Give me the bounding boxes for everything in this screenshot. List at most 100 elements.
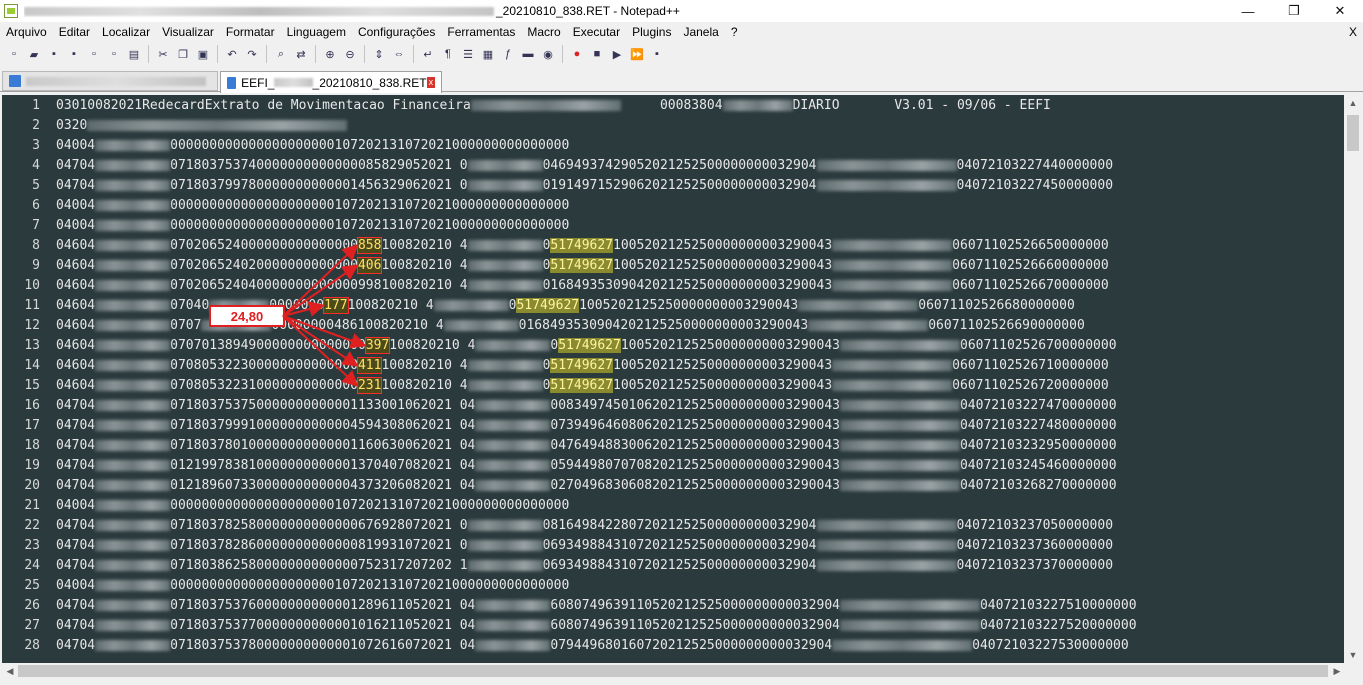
editor-line[interactable]: 12 04604 0707 00000000486100820210 4 0168493… (2, 316, 1344, 336)
text-editor[interactable]: 1 03010082021RedecardExtrato de Movimenta… (2, 95, 1344, 663)
paste-icon[interactable]: ▣ (195, 46, 211, 62)
save-icon[interactable]: ▪ (46, 46, 62, 62)
save-macro-icon[interactable]: ▪ (649, 46, 665, 62)
text-segment: 06071102526670000000 (952, 278, 1109, 293)
redacted-segment (95, 420, 171, 431)
editor-line[interactable]: 20 04704 012189607330000000000004373206082… (2, 476, 1344, 496)
play-macro-icon[interactable]: ▶ (609, 46, 625, 62)
editor-line[interactable]: 9 04604 0702065240200000000000004061008202… (2, 256, 1344, 276)
editor-line[interactable]: 26 04704 071803753760000000000001289611052… (2, 596, 1344, 616)
vertical-scroll-thumb[interactable] (1347, 115, 1359, 151)
menu-editar[interactable]: Editar (53, 22, 96, 42)
redacted-segment (467, 240, 543, 251)
redo-icon[interactable]: ↷ (244, 46, 260, 62)
zoom-out-icon[interactable]: ⊖ (342, 46, 358, 62)
menu-executar[interactable]: Executar (567, 22, 626, 42)
undo-icon[interactable]: ↶ (224, 46, 240, 62)
stop-macro-icon[interactable]: ■ (589, 46, 605, 62)
menu-configuracoes[interactable]: Configurações (352, 22, 441, 42)
editor-line[interactable]: 5 04704 0718037997800000000000014563290620… (2, 176, 1344, 196)
editor-line[interactable]: 14 04604 070805322300000000000000411100820… (2, 356, 1344, 376)
close-all-icon[interactable]: ▫ (106, 46, 122, 62)
maximize-button[interactable]: ❐ (1271, 0, 1317, 22)
tab-close-icon[interactable]: x (426, 77, 435, 88)
close-file-icon[interactable]: ▫ (86, 46, 102, 62)
scroll-down-icon[interactable]: ▼ (1345, 647, 1361, 663)
menu-janela[interactable]: Janela (677, 22, 724, 42)
text-segment: 100820210 4 (389, 338, 476, 353)
line-text: 04704 07180378286000000000000081993107202… (56, 536, 1113, 556)
editor-line[interactable]: 24 04704 071803862580000000000000752317207… (2, 556, 1344, 576)
editor-line[interactable]: 6 04004 0000000000000000000001072021310720… (2, 196, 1344, 216)
editor-line[interactable]: 25 04004 000000000000000000000107202131072… (2, 576, 1344, 596)
document-close-button[interactable]: X (1349, 22, 1357, 42)
editor-line[interactable]: 1 03010082021RedecardExtrato de Movimenta… (2, 96, 1344, 116)
doc-map-icon[interactable]: ▦ (480, 46, 496, 62)
editor-line[interactable]: 2 0320 (2, 116, 1344, 136)
line-text: 04704 07180375375000000000000113300106202… (56, 396, 1117, 416)
show-all-chars-icon[interactable]: ¶ (440, 46, 456, 62)
line-text: 04004 00000000000000000000010720213107202… (56, 196, 569, 216)
save-all-icon[interactable]: ▪ (66, 46, 82, 62)
line-number: 1 (32, 98, 40, 113)
editor-line[interactable]: 19 04704 012199783810000000000001370407082… (2, 456, 1344, 476)
menu-help[interactable]: ? (725, 22, 744, 42)
editor-line[interactable]: 28 04704 071803753780000000000001072616072… (2, 636, 1344, 656)
record-macro-icon[interactable]: ● (569, 46, 585, 62)
word-wrap-icon[interactable]: ↵ (420, 46, 436, 62)
menu-plugins[interactable]: Plugins (626, 22, 677, 42)
file-saved-icon (227, 76, 237, 89)
editor-line[interactable]: 10 04604 070206524040000000000000998100820… (2, 276, 1344, 296)
editor-line[interactable]: 3 04004 0000000000000000000001072021310720… (2, 136, 1344, 156)
sync-vertical-icon[interactable]: ⇕ (371, 46, 387, 62)
editor-line[interactable]: 18 04704 071803780100000000000001160630062… (2, 436, 1344, 456)
zoom-in-icon[interactable]: ⊕ (322, 46, 338, 62)
menu-macro[interactable]: Macro (521, 22, 566, 42)
editor-line[interactable]: 8 04604 0702065240000000000000008581008202… (2, 236, 1344, 256)
print-icon[interactable]: ▤ (126, 46, 142, 62)
folder-workspace-icon[interactable]: ▬ (520, 46, 536, 62)
menu-formatar[interactable]: Formatar (220, 22, 281, 42)
sync-horizontal-icon[interactable]: ⇔ (391, 46, 407, 62)
editor-line[interactable]: 23 04704 071803782860000000000000819931072… (2, 536, 1344, 556)
cut-icon[interactable]: ✂ (155, 46, 171, 62)
text-segment: 6080749639110520212525000000000032904 (550, 618, 840, 633)
find-icon[interactable]: ⌕ (273, 46, 289, 62)
editor-line[interactable]: 15 04604 070805322310000000000000231100820… (2, 376, 1344, 396)
menu-ferramentas[interactable]: Ferramentas (441, 22, 521, 42)
menu-linguagem[interactable]: Linguagem (281, 22, 352, 42)
editor-line[interactable]: 7 04004 0000000000000000000001072021310720… (2, 216, 1344, 236)
text-segment: 04704 (56, 478, 96, 493)
copy-icon[interactable]: ❐ (175, 46, 191, 62)
editor-line[interactable]: 16 04704 071803753750000000000001133001062… (2, 396, 1344, 416)
run-macro-multiple-icon[interactable]: ⏩ (629, 46, 645, 62)
close-button[interactable]: ✕ (1317, 0, 1363, 22)
editor-line[interactable]: 4 04704 0718037537400000000000000858290520… (2, 156, 1344, 176)
tab-active-file[interactable]: EEFI_ _20210810_838.RET x (220, 71, 442, 93)
new-file-icon[interactable]: ▫ (6, 46, 22, 62)
menu-arquivo[interactable]: Arquivo (0, 22, 53, 42)
horizontal-scroll-thumb[interactable] (18, 665, 1328, 677)
redacted-segment (832, 640, 973, 651)
redacted-segment (816, 540, 957, 551)
editor-line[interactable]: 22 04704 071803782580000000000000676928072… (2, 516, 1344, 536)
function-list-icon[interactable]: ƒ (500, 46, 516, 62)
menu-localizar[interactable]: Localizar (96, 22, 156, 42)
editor-line[interactable]: 17 04704 071803799910000000000004594308062… (2, 416, 1344, 436)
horizontal-scrollbar[interactable]: ◀ ▶ (2, 663, 1345, 679)
tab-other-file[interactable] (2, 71, 218, 91)
editor-line[interactable]: 21 04004 000000000000000000000107202131072… (2, 496, 1344, 516)
editor-line[interactable]: 11 04604 07040 0000000177100820210 4 0517496… (2, 296, 1344, 316)
vertical-scrollbar[interactable]: ▲ ▼ (1345, 95, 1361, 663)
scroll-up-icon[interactable]: ▲ (1345, 95, 1361, 111)
menu-visualizar[interactable]: Visualizar (156, 22, 220, 42)
monitor-icon[interactable]: ◉ (540, 46, 556, 62)
editor-line[interactable]: 13 04604 070701389490000000000000039710082… (2, 336, 1344, 356)
editor-line[interactable]: 27 04704 071803753770000000000001016211052… (2, 616, 1344, 636)
minimize-button[interactable]: — (1225, 0, 1271, 22)
replace-icon[interactable]: ⇄ (293, 46, 309, 62)
open-file-icon[interactable]: ▰ (26, 46, 42, 62)
indent-guide-icon[interactable]: ☰ (460, 46, 476, 62)
scroll-right-icon[interactable]: ▶ (1329, 663, 1345, 679)
scroll-left-icon[interactable]: ◀ (2, 663, 18, 679)
